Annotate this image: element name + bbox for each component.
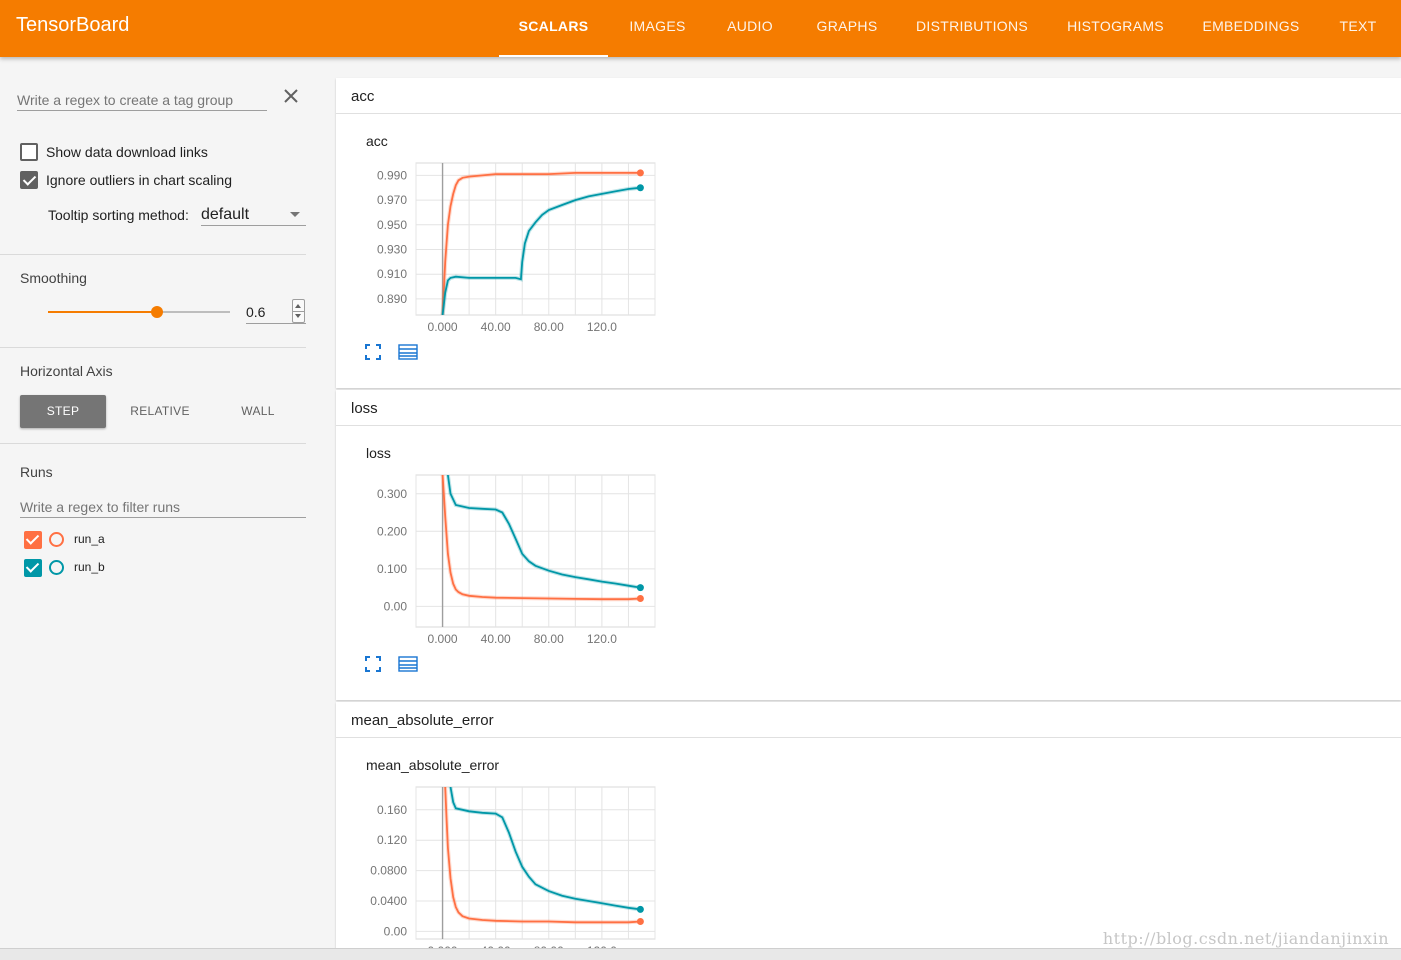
series-end-point — [636, 169, 644, 177]
y-tick-label: 0.0400 — [370, 894, 407, 908]
smoothing-slider[interactable] — [48, 306, 230, 318]
ignore-outliers-checkbox[interactable] — [20, 171, 38, 189]
chart-title: acc — [366, 133, 388, 149]
series-end-point — [636, 594, 644, 602]
app-title: TensorBoard — [16, 14, 130, 36]
run-a-label: run_a — [74, 532, 105, 546]
category-header[interactable]: acc — [336, 78, 1401, 114]
run-a-color-icon[interactable] — [49, 532, 64, 547]
smoothing-title: Smoothing — [20, 270, 87, 286]
tooltip-sorting-select[interactable]: default — [201, 204, 306, 226]
x-tick-label: 80.00 — [534, 320, 564, 334]
axis-wall-button[interactable]: WALL — [220, 395, 296, 428]
series-end-point — [636, 918, 644, 926]
axis-relative-button[interactable]: RELATIVE — [118, 395, 202, 428]
x-tick-label: 0.000 — [428, 320, 458, 334]
y-tick-label: 0.00 — [384, 599, 408, 613]
y-tick-label: 0.160 — [377, 803, 407, 817]
runs-title: Runs — [20, 464, 53, 480]
slider-handle[interactable] — [151, 306, 164, 318]
tooltip-sorting-label: Tooltip sorting method: — [48, 207, 189, 223]
y-tick-label: 0.300 — [377, 487, 407, 501]
show-download-links-label: Show data download links — [46, 144, 208, 160]
tab-images[interactable]: IMAGES — [617, 0, 698, 57]
series-end-point — [636, 184, 644, 192]
chevron-down-icon — [290, 212, 300, 217]
tab-text[interactable]: TEXT — [1330, 0, 1386, 57]
x-tick-label: 80.00 — [534, 632, 564, 646]
tensorboard-app: TensorBoard SCALARS IMAGES AUDIO GRAPHS … — [0, 0, 1401, 960]
data-table-icon[interactable] — [398, 656, 418, 672]
run-a-checkbox[interactable] — [24, 531, 42, 549]
fullscreen-icon[interactable] — [365, 656, 381, 672]
y-tick-label: 0.890 — [377, 292, 407, 306]
scalars-pane: acc acc 0.890 0.910 0.930 0.950 0.970 0.990 0.… — [336, 57, 1401, 960]
y-tick-label: 0.930 — [377, 243, 407, 257]
category-card: mean_absolute_error mean_absolute_error … — [336, 702, 1401, 960]
chart-title: loss — [366, 445, 391, 461]
y-tick-label: 0.00 — [384, 924, 408, 938]
chart-title: mean_absolute_error — [366, 757, 500, 773]
category-title: mean_absolute_error — [351, 712, 494, 729]
x-tick-label: 120.0 — [587, 632, 617, 646]
smoothing-value: 0.6 — [246, 304, 266, 320]
divider — [0, 443, 306, 444]
y-tick-label: 0.0800 — [370, 864, 407, 878]
x-tick-label: 120.0 — [587, 320, 617, 334]
data-table-icon[interactable] — [398, 344, 418, 360]
tab-audio[interactable]: AUDIO — [716, 0, 784, 57]
run-b-label: run_b — [74, 560, 105, 574]
close-icon[interactable] — [281, 86, 301, 106]
tab-histograms[interactable]: HISTOGRAMS — [1058, 0, 1173, 57]
y-tick-label: 0.100 — [377, 562, 407, 576]
divider — [0, 347, 306, 348]
axis-step-button[interactable]: STEP — [20, 395, 106, 428]
horizontal-axis-title: Horizontal Axis — [20, 363, 113, 379]
plot-area — [415, 162, 656, 316]
y-tick-label: 0.120 — [377, 833, 407, 847]
y-tick-label: 0.970 — [377, 193, 407, 207]
slider-fill — [48, 311, 158, 313]
acc-chart[interactable]: 0.890 0.910 0.930 0.950 0.970 0.990 0.000 40.00… — [336, 153, 676, 343]
tab-embeddings[interactable]: EMBEDDINGS — [1194, 0, 1308, 57]
category-header[interactable]: mean_absolute_error — [336, 702, 1401, 738]
x-tick-label: 40.00 — [481, 632, 511, 646]
stepper-divider — [292, 311, 305, 312]
horizontal-scrollbar[interactable] — [0, 948, 1401, 960]
y-tick-label: 0.200 — [377, 524, 407, 538]
mean-absolute-error-chart[interactable]: 0.000.04000.08000.1200.1600.00040.0080.0… — [336, 777, 676, 960]
x-tick-label: 40.00 — [481, 320, 511, 334]
y-tick-label: 0.990 — [377, 168, 407, 182]
y-tick-label: 0.910 — [377, 267, 407, 281]
series-end-point — [636, 905, 644, 913]
tab-scalars[interactable]: SCALARS — [499, 0, 608, 57]
category-title: loss — [351, 400, 378, 417]
tab-distributions[interactable]: DISTRIBUTIONS — [908, 0, 1036, 57]
run-b-checkbox[interactable] — [24, 559, 42, 577]
watermark: http://blog.csdn.net/jiandanjinxin — [1102, 929, 1389, 948]
series-end-point — [636, 584, 644, 592]
ignore-outliers-label: Ignore outliers in chart scaling — [46, 172, 232, 188]
y-tick-label: 0.950 — [377, 218, 407, 232]
category-card: loss loss 0.00 0.100 0.200 0.300 0.000 40.00 8… — [336, 390, 1401, 700]
category-title: acc — [351, 88, 375, 105]
fullscreen-icon[interactable] — [365, 344, 381, 360]
loss-chart[interactable]: 0.00 0.100 0.200 0.300 0.000 40.00 80.00 120.0 — [336, 465, 676, 655]
x-tick-label: 0.000 — [428, 632, 458, 646]
divider — [0, 254, 306, 255]
category-card: acc acc 0.890 0.910 0.930 0.950 0.970 0.990 0.… — [336, 78, 1401, 388]
tab-graphs[interactable]: GRAPHS — [806, 0, 888, 57]
run-b-color-icon[interactable] — [49, 560, 64, 575]
tooltip-sorting-value: default — [201, 206, 250, 223]
top-toolbar: TensorBoard SCALARS IMAGES AUDIO GRAPHS … — [0, 0, 1401, 57]
category-header[interactable]: loss — [336, 390, 1401, 426]
tag-group-regex-input[interactable] — [17, 89, 267, 111]
runs-filter-input[interactable] — [20, 496, 306, 518]
show-download-links-checkbox[interactable] — [20, 143, 38, 161]
